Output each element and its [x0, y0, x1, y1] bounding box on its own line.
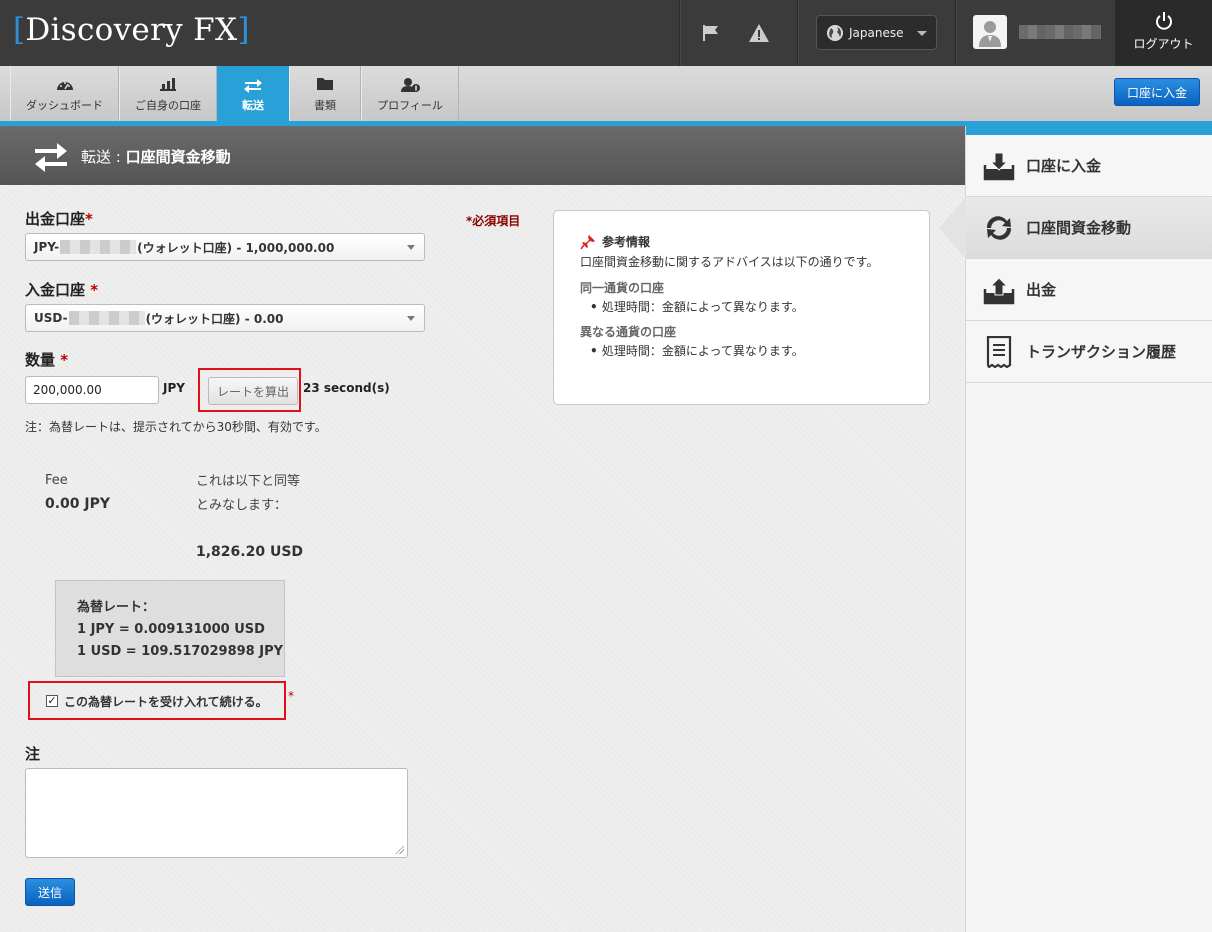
sidebar-item-deposit[interactable]: 口座に入金: [966, 135, 1212, 197]
rate-line-jpy-usd: 1 JPY = 0.009131000 USD: [77, 622, 265, 637]
divider: [679, 0, 680, 66]
transfer-icon: [244, 79, 262, 93]
profile-icon: [401, 78, 420, 92]
sidebar-item-label: トランザクション履歴: [1026, 343, 1177, 361]
info-heading: 参考情報: [580, 233, 929, 250]
required-marker: *: [288, 689, 294, 703]
accent-strip: [966, 126, 1212, 135]
transfer-icon: [35, 143, 67, 172]
from-account-label: 出金口座*: [25, 210, 93, 228]
transfer-form-area: 出金口座* *必須項目 JPY- (ウォレット口座) - 1,000,000.00…: [0, 185, 965, 932]
from-account-select[interactable]: JPY- (ウォレット口座) - 1,000,000.00: [25, 233, 425, 261]
same-currency-item: 処理時間：金額によって異なります。: [580, 298, 929, 315]
to-account-detail: (ウォレット口座) - 0.00: [145, 311, 284, 326]
masked-account-number: [68, 311, 145, 325]
main-nav: ダッシュボード ご自身の口座 転送 書類 プロフィール 口座に入金: [0, 66, 1212, 133]
highlight-box: ✓ この為替レートを受け入れて続ける。: [28, 681, 286, 720]
highlight-box: レートを算出: [198, 368, 301, 412]
accept-rate-label[interactable]: この為替レートを受け入れて続ける。: [64, 693, 268, 710]
chevron-down-icon: [407, 316, 415, 321]
sidebar-item-withdraw[interactable]: 出金: [966, 259, 1212, 321]
page-header: 転送 : 口座間資金移動: [0, 126, 965, 185]
sidebar-item-internal-transfer[interactable]: 口座間資金移動: [939, 197, 1212, 259]
tab-label: 書類: [314, 99, 336, 112]
info-heading-text: 参考情報: [602, 235, 651, 249]
logo[interactable]: [Discovery FX]: [13, 12, 250, 48]
chevron-down-icon: [407, 245, 415, 250]
sidebar-item-label: 口座間資金移動: [1026, 219, 1132, 237]
to-account-currency: USD-: [34, 311, 68, 325]
tab-my-accounts[interactable]: ご自身の口座: [119, 66, 217, 121]
power-icon: [1156, 12, 1172, 30]
chevron-down-icon: [917, 31, 927, 36]
diff-currency-title: 異なる通貨の口座: [580, 325, 677, 339]
sidebar-item-label: 口座に入金: [1026, 157, 1102, 175]
flag-icon[interactable]: [700, 22, 722, 44]
diff-currency-item: 処理時間：金額によって異なります。: [580, 342, 929, 359]
divider: [797, 0, 798, 66]
rate-line-usd-jpy: 1 USD = 109.517029898 JPY: [77, 644, 284, 659]
exchange-icon: [982, 211, 1016, 245]
from-account-detail: (ウォレット口座) - 1,000,000.00: [137, 240, 335, 255]
page-title: 転送 : 口座間資金移動: [81, 148, 231, 166]
to-account-select[interactable]: USD- (ウォレット口座) - 0.00: [25, 304, 425, 332]
calculate-rate-button[interactable]: レートを算出: [208, 377, 298, 405]
divider: [955, 0, 956, 66]
memo-textarea[interactable]: [25, 768, 408, 858]
logout-label: ログアウト: [1133, 37, 1194, 51]
receipt-icon: [982, 335, 1016, 369]
header-deposit-button[interactable]: 口座に入金: [1114, 78, 1200, 106]
amount-label: 数量 *: [25, 351, 69, 369]
tab-label: 転送: [242, 99, 264, 112]
from-account-currency: JPY-: [34, 240, 60, 254]
username-masked: [1019, 25, 1101, 39]
tab-label: ダッシュボード: [26, 99, 103, 112]
tab-documents[interactable]: 書類: [289, 66, 361, 121]
bar-chart-icon: [160, 78, 176, 91]
sidebar-item-transaction-history[interactable]: トランザクション履歴: [966, 321, 1212, 383]
reference-info-box: 参考情報 口座間資金移動に関するアドバイスは以下の通りです。 同一通貨の口座 処…: [553, 210, 930, 405]
tab-profile[interactable]: プロフィール: [361, 66, 459, 121]
tab-transfer[interactable]: 転送: [217, 66, 289, 133]
rate-countdown: 23 second(s): [303, 381, 390, 395]
info-intro: 口座間資金移動に関するアドバイスは以下の通りです。: [580, 255, 879, 269]
to-account-label: 入金口座 *: [25, 281, 99, 299]
exchange-rate-box: 為替レート： 1 JPY = 0.009131000 USD 1 USD = 1…: [55, 580, 285, 677]
withdraw-icon: [982, 273, 1016, 307]
equivalent-label: これは以下と同等とみなします：: [196, 474, 301, 513]
language-select[interactable]: Japanese: [816, 15, 937, 50]
language-label: Japanese: [849, 25, 904, 40]
rate-validity-note: 注：為替レートは、提示されてから30秒間、有効です。: [25, 420, 327, 434]
sidebar-item-label: 出金: [1026, 281, 1057, 299]
tab-dashboard[interactable]: ダッシュボード: [10, 66, 119, 121]
folder-icon: [317, 78, 333, 90]
dashboard-icon: [56, 82, 73, 90]
amount-input[interactable]: [25, 376, 159, 404]
required-note: *必須項目: [466, 214, 521, 228]
rate-title: 為替レート：: [77, 600, 156, 615]
warning-icon[interactable]: [748, 22, 770, 44]
amount-unit: JPY: [163, 381, 185, 395]
tab-label: プロフィール: [377, 99, 443, 112]
logout-button[interactable]: ログアウト: [1115, 0, 1212, 66]
tab-label: ご自身の口座: [135, 99, 201, 112]
resize-grip-icon[interactable]: [395, 845, 404, 854]
memo-label: 注: [25, 745, 41, 763]
fee-value: 0.00 JPY: [45, 496, 111, 512]
submit-button[interactable]: 送信: [25, 878, 75, 906]
transfer-sidebar: 口座に入金 口座間資金移動 出金 トランザクション履歴: [939, 126, 1212, 932]
top-bar: [Discovery FX] Japanese ログアウト: [0, 0, 1212, 66]
avatar[interactable]: [973, 15, 1007, 49]
same-currency-title: 同一通貨の口座: [580, 281, 665, 295]
fee-label: Fee: [45, 473, 68, 488]
pushpin-icon: [580, 234, 595, 249]
equivalent-value: 1,826.20 USD: [196, 544, 304, 560]
globe-icon: [827, 24, 843, 41]
masked-account-number: [60, 240, 137, 254]
deposit-icon: [982, 149, 1016, 183]
accept-rate-checkbox[interactable]: ✓: [46, 695, 58, 707]
